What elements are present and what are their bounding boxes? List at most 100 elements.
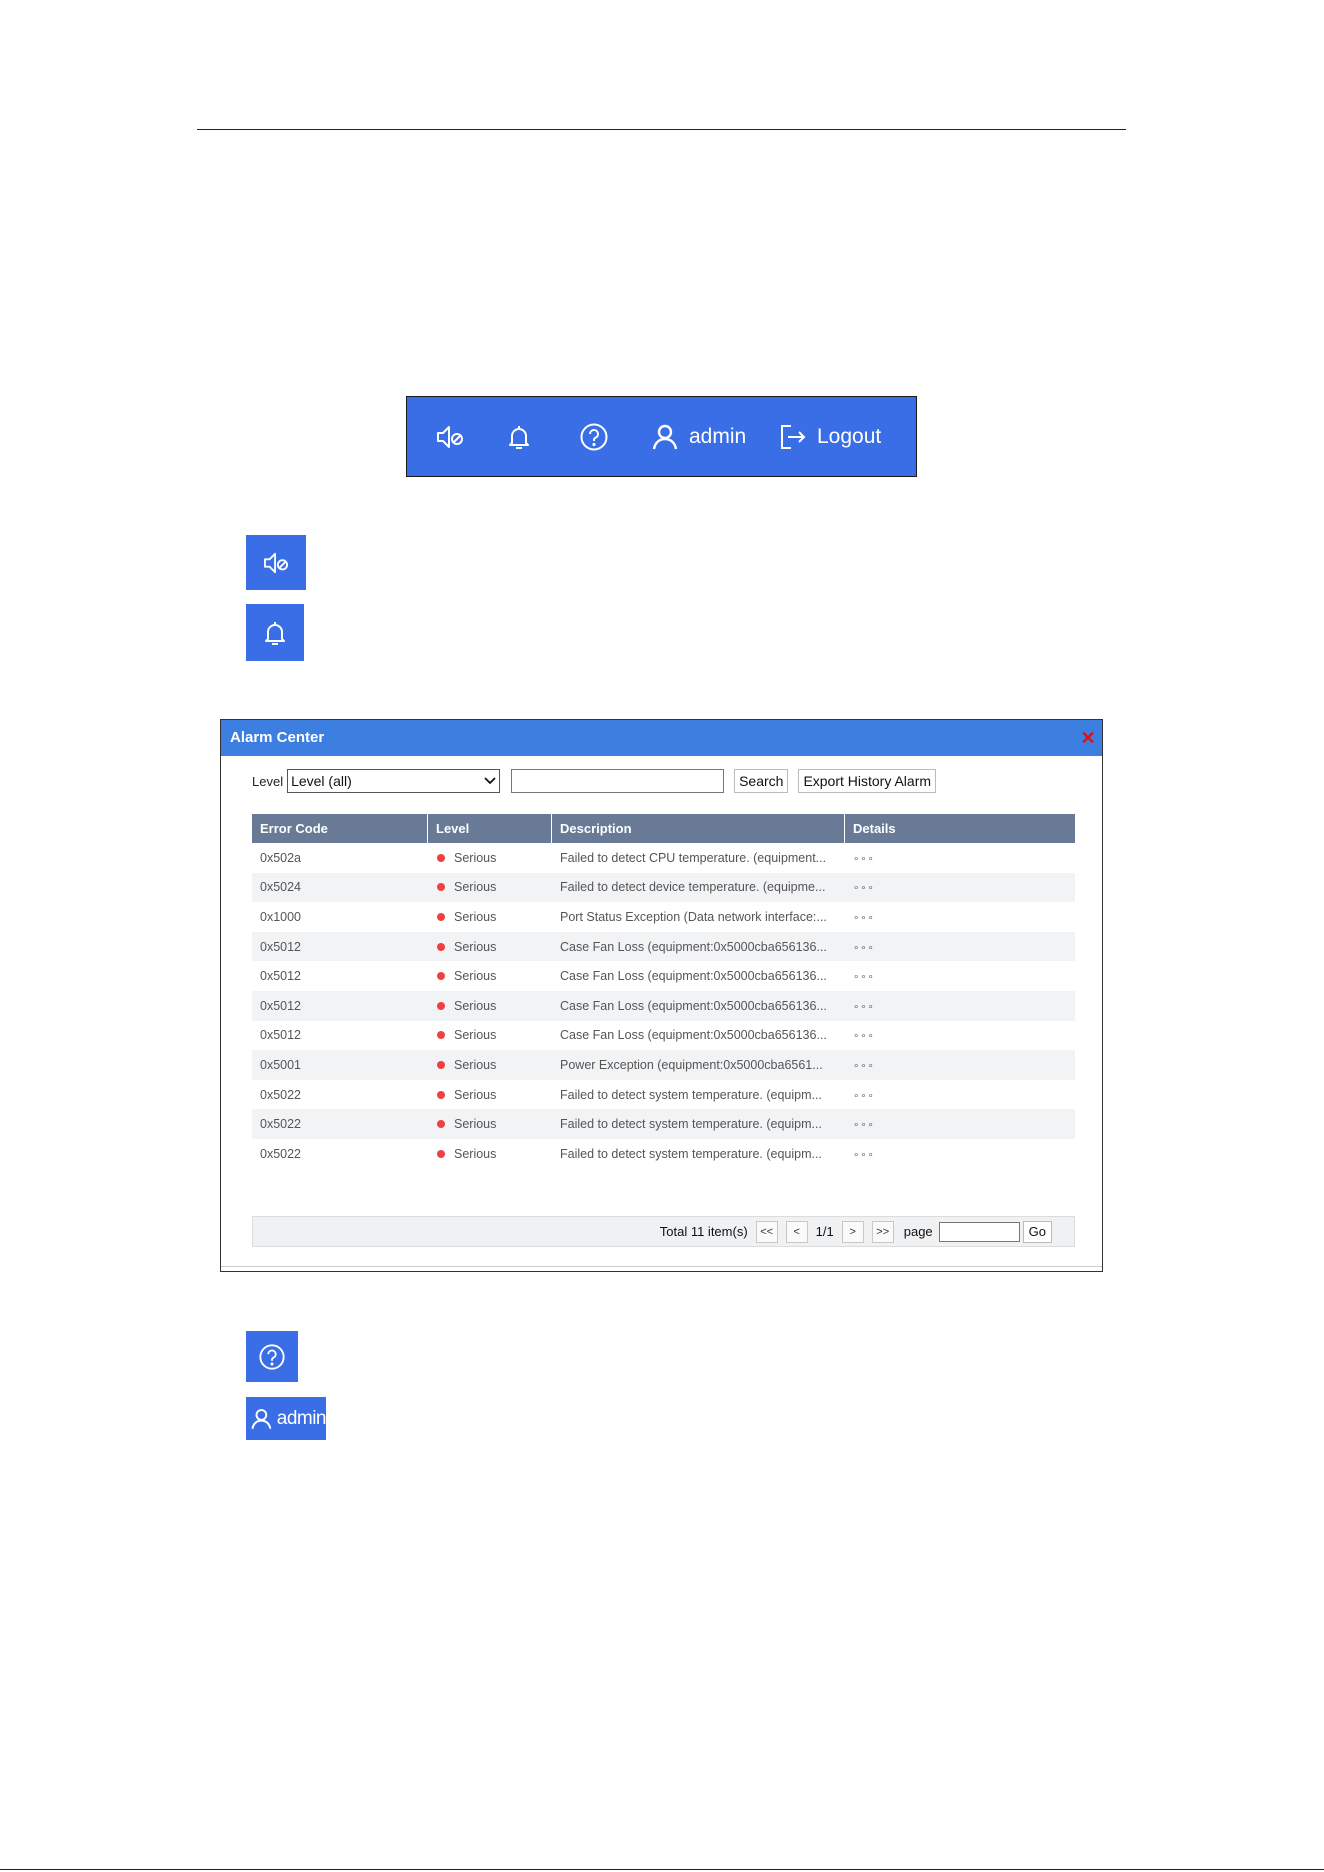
description: Port Status Exception (Data network inte…	[560, 909, 827, 924]
page-info: 1/1	[815, 1224, 834, 1239]
more-icon[interactable]: ∘∘∘	[853, 972, 875, 983]
table-row[interactable]: 0x5012 Serious Case Fan Loss (equipment:0x…	[252, 931, 1075, 962]
search-button[interactable]: Search	[734, 769, 789, 793]
description: Failed to detect device temperature. (eq…	[560, 880, 826, 895]
table-row[interactable]: 0x5001 Serious Power Exception (equipment:…	[252, 1050, 1075, 1080]
alarm-table: Error Code Level Description Details 0x5…	[252, 814, 1075, 1169]
error-code: 0x5012	[260, 969, 302, 984]
help-icon	[259, 1343, 285, 1370]
go-button[interactable]: Go	[1022, 1220, 1052, 1243]
level-select[interactable]: Level (all)	[287, 769, 501, 793]
error-code: 0x502a	[260, 850, 302, 865]
level-text: Serious	[454, 880, 497, 895]
level-cell: Serious	[428, 1088, 552, 1102]
column-header[interactable]: Error Code	[252, 814, 428, 843]
search-input[interactable]	[511, 769, 725, 793]
table-row[interactable]: 0x502a Serious Failed to detect CPU temper…	[252, 843, 1075, 873]
status-dot-icon	[437, 1090, 445, 1099]
description: Failed to detect system temperature. (eq…	[560, 1117, 822, 1132]
logout-label: Logout	[817, 424, 882, 448]
column-header[interactable]: Description	[552, 814, 845, 843]
error-code: 0x1000	[260, 909, 302, 924]
pagination-bar: Total 11 item(s) << < 1/1 > >> page Go	[252, 1216, 1075, 1247]
details-cell: ∘∘∘	[845, 1088, 1075, 1102]
next-page-button[interactable]: >	[841, 1220, 864, 1243]
table-row[interactable]: 0x5022 Serious Failed to detect system tem…	[252, 1080, 1075, 1110]
level-text: Serious	[454, 1057, 497, 1072]
more-icon[interactable]: ∘∘∘	[853, 1091, 875, 1102]
help-tile	[246, 1331, 298, 1382]
status-dot-icon	[437, 942, 445, 951]
page-number-input[interactable]	[938, 1221, 1020, 1242]
logout-button[interactable]: Logout	[779, 397, 881, 476]
level-text: Serious	[454, 1028, 497, 1043]
logout-icon	[781, 424, 806, 449]
error-code: 0x5012	[260, 1028, 302, 1043]
status-dot-icon	[437, 1149, 445, 1158]
table-row[interactable]: 0x5012 Serious Case Fan Loss (equipment:0x…	[252, 990, 1075, 1021]
more-icon[interactable]: ∘∘∘	[853, 1120, 875, 1131]
details-cell: ∘∘∘	[845, 880, 1075, 894]
last-page-button[interactable]: >>	[871, 1220, 894, 1243]
level-text: Serious	[454, 1087, 497, 1102]
mute-tile	[246, 535, 306, 590]
more-icon[interactable]: ∘∘∘	[853, 854, 875, 865]
more-icon[interactable]: ∘∘∘	[853, 913, 875, 924]
description: Failed to detect CPU temperature. (equip…	[560, 850, 827, 865]
mute-button[interactable]	[435, 397, 465, 476]
level-text: Serious	[454, 850, 497, 865]
status-dot-icon	[437, 912, 445, 921]
dialog-title: Alarm Center	[230, 729, 325, 746]
status-dot-icon	[437, 1120, 445, 1129]
level-cell: Serious	[428, 910, 552, 924]
description: Case Fan Loss (equipment:0x5000cba656136…	[560, 969, 827, 984]
status-dot-icon	[437, 1060, 445, 1069]
details-cell: ∘∘∘	[845, 910, 1075, 924]
error-code: 0x5022	[260, 1117, 302, 1132]
error-code: 0x5022	[260, 1087, 302, 1102]
details-cell: ∘∘∘	[845, 851, 1075, 865]
more-icon[interactable]: ∘∘∘	[853, 883, 875, 894]
more-icon[interactable]: ∘∘∘	[853, 943, 875, 954]
footer-rule	[0, 1869, 1324, 1870]
first-page-button[interactable]: <<	[755, 1220, 778, 1243]
table-row[interactable]: 0x5012 Serious Case Fan Loss (equipment:0x…	[252, 961, 1075, 991]
level-text: Serious	[454, 1146, 497, 1161]
bell-icon	[265, 621, 285, 645]
details-cell: ∘∘∘	[845, 940, 1075, 954]
page-label: page	[903, 1224, 933, 1239]
more-icon[interactable]: ∘∘∘	[853, 1061, 875, 1072]
level-cell: Serious	[428, 1147, 552, 1161]
table-row[interactable]: 0x5024 Serious Failed to detect device tem…	[252, 872, 1075, 903]
level-text: Serious	[454, 998, 497, 1013]
alarm-bell-button[interactable]	[506, 397, 532, 476]
table-row[interactable]: 0x5022 Serious Failed to detect system tem…	[252, 1139, 1075, 1169]
error-code: 0x5012	[260, 939, 302, 954]
export-history-button[interactable]: Export History Alarm	[798, 769, 937, 793]
user-menu-button[interactable]: admin	[651, 397, 746, 476]
close-icon[interactable]: ✕	[1078, 720, 1098, 756]
status-dot-icon	[437, 853, 445, 862]
mute-icon	[264, 552, 288, 573]
description: Power Exception (equipment:0x5000cba6561…	[560, 1057, 823, 1072]
table-row[interactable]: 0x5012 Serious Case Fan Loss (equipment:0x…	[252, 1021, 1075, 1051]
status-dot-icon	[437, 1001, 445, 1010]
prev-page-button[interactable]: <	[785, 1220, 808, 1243]
more-icon[interactable]: ∘∘∘	[853, 1031, 875, 1042]
admin-tile: admin	[246, 1397, 327, 1440]
more-icon[interactable]: ∘∘∘	[853, 1002, 875, 1013]
admin-label: admin	[276, 1407, 327, 1429]
header-toolbar: admin Logout	[406, 396, 917, 477]
more-icon[interactable]: ∘∘∘	[853, 1150, 875, 1161]
column-header[interactable]: Details	[845, 814, 1075, 843]
table-row[interactable]: 0x5022 Serious Failed to detect system tem…	[252, 1109, 1075, 1139]
table-header: Error Code Level Description Details	[252, 814, 1075, 843]
table-row[interactable]: 0x1000 Serious Port Status Exception (Data…	[252, 902, 1075, 932]
level-text: Serious	[454, 969, 497, 984]
level-cell: Serious	[428, 880, 552, 894]
description: Case Fan Loss (equipment:0x5000cba656136…	[560, 939, 827, 954]
table-body: 0x502a Serious Failed to detect CPU temper…	[252, 843, 1075, 1169]
help-icon	[580, 423, 608, 450]
column-header[interactable]: Level	[428, 814, 552, 843]
help-button[interactable]	[579, 397, 609, 476]
